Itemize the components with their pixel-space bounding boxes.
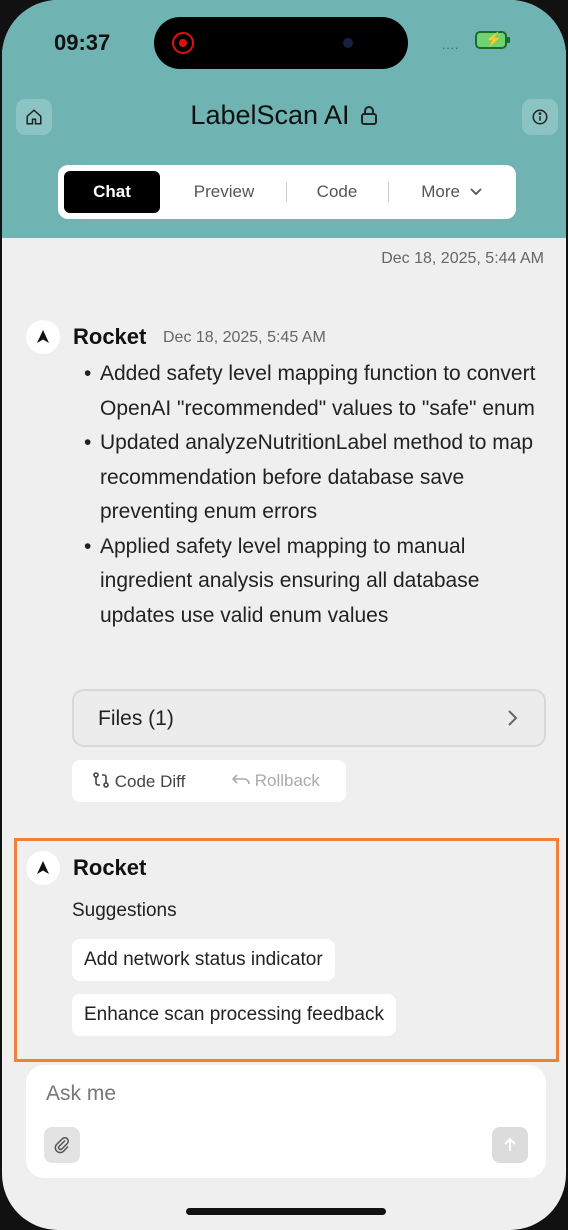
device-frame: 09:37 .... ⚡ LabelScan AI Chat Preview C… [0,0,568,1230]
camera-icon [343,38,353,48]
list-item: Applied safety level mapping to manual i… [82,530,542,634]
dynamic-island [154,17,408,69]
list-item: Added safety level mapping function to c… [82,357,542,426]
paperclip-icon [54,1136,69,1154]
files-label: Files (1) [98,707,174,730]
tab-preview[interactable]: Preview [170,171,278,213]
attach-button[interactable] [44,1127,80,1163]
status-time: 09:37 [54,30,111,55]
list-item: Updated analyzeNutritionLabel method to … [82,426,542,530]
message-input[interactable] [44,1081,488,1107]
app-title: LabelScan AI [190,100,350,130]
app-screen: 09:37 .... ⚡ LabelScan AI Chat Preview C… [2,0,566,1230]
code-diff-icon [93,772,109,788]
suggestions-title: Suggestions [72,900,177,921]
tab-more[interactable]: More [396,171,508,213]
page-title: LabelScan AI [2,100,566,132]
message-time: Dec 18, 2025, 5:45 AM [163,329,326,346]
rocket-icon [37,861,49,874]
suggestion-chip[interactable]: Add network status indicator [72,939,335,981]
rollback-label: Rollback [254,771,320,790]
recording-icon [172,32,194,54]
tab-divider [286,182,287,202]
suggestion-chip[interactable]: Enhance scan processing feedback [72,994,396,1036]
rocket-avatar [26,320,60,354]
view-tabs: Chat Preview Code More [58,165,516,219]
user-message-timestamp: Dec 18, 2025, 5:44 AM [381,250,544,267]
chevron-down-icon [470,188,482,196]
rocket-avatar [26,851,60,885]
lock-icon [360,101,378,132]
message-author: Rocket [73,855,147,880]
undo-icon [231,774,250,785]
home-indicator [186,1208,386,1215]
files-button[interactable]: Files (1) [72,689,546,747]
code-diff-button[interactable]: Code Diff [92,771,185,792]
message-author: Rocket [73,324,147,349]
info-icon [532,109,548,125]
tab-code[interactable]: Code [294,171,380,213]
tab-divider [388,182,389,202]
app-header: 09:37 .... ⚡ LabelScan AI Chat Preview C… [2,0,566,238]
charging-bolt-icon: ⚡ [485,31,503,47]
info-button[interactable] [522,99,558,135]
tab-chat[interactable]: Chat [64,171,160,213]
chevron-right-icon [508,710,518,726]
signal-icon: .... [442,38,460,52]
tab-more-label: More [421,182,460,201]
battery-icon: ⚡ [475,31,510,49]
rollback-button[interactable]: Rollback [231,771,320,791]
message-actions: Code Diff Rollback [72,760,346,802]
arrow-up-icon [504,1137,516,1151]
code-diff-label: Code Diff [114,772,186,791]
rocket-icon [37,330,49,343]
send-button[interactable] [492,1127,528,1163]
change-list: Added safety level mapping function to c… [82,357,542,633]
chat-composer [26,1065,546,1178]
